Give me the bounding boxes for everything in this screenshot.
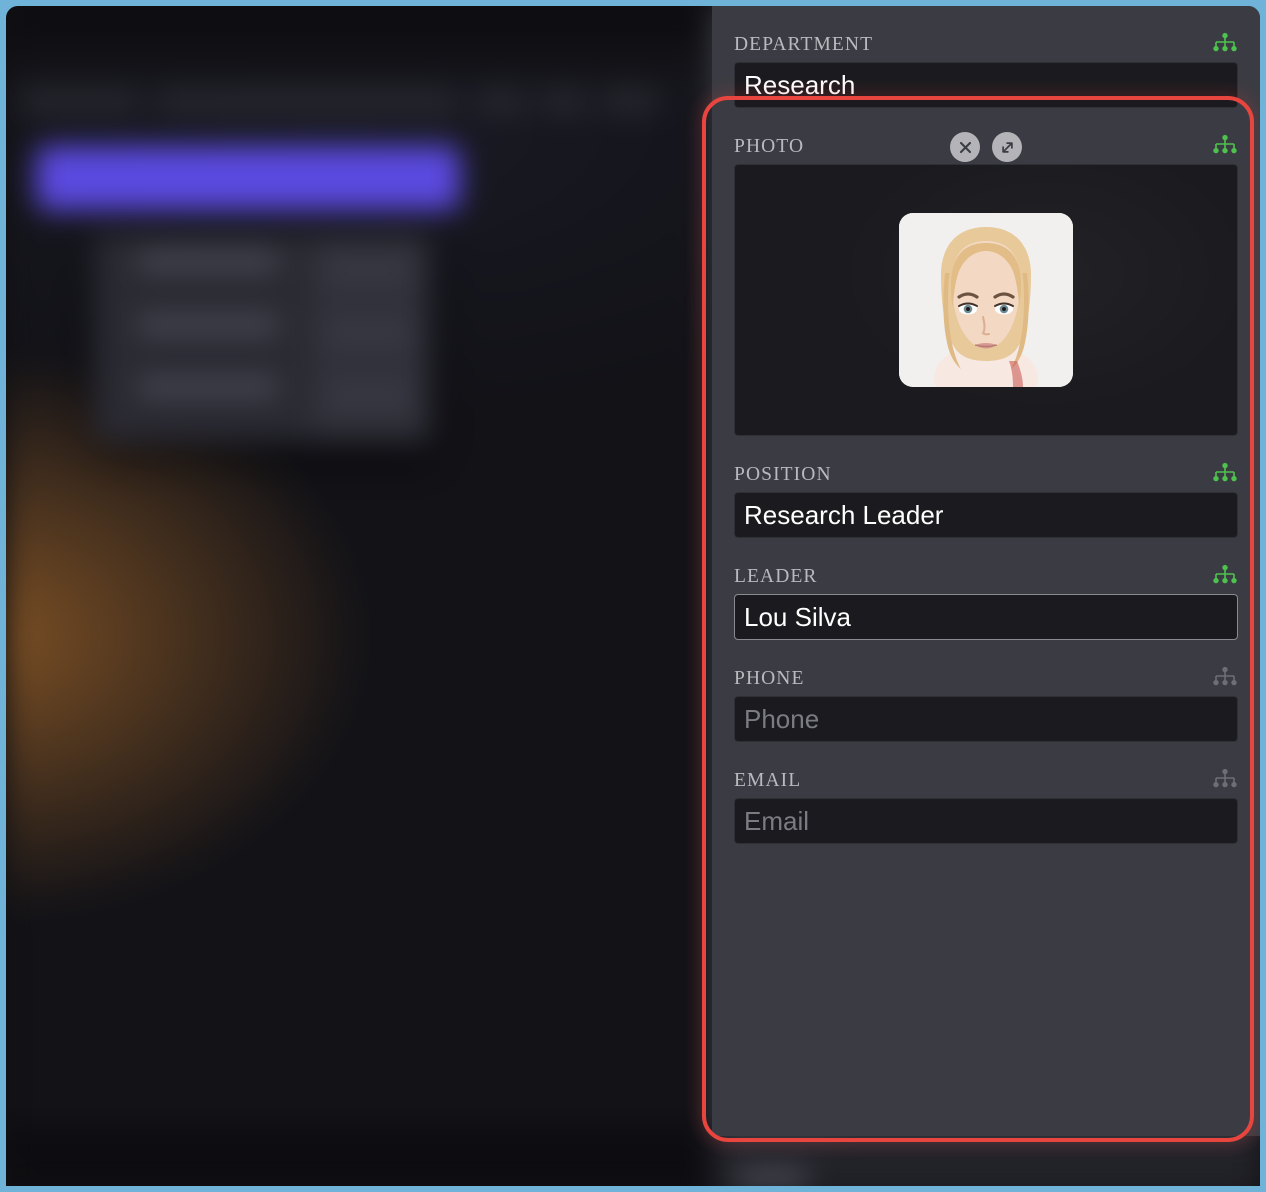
email-input[interactable]: Email (734, 798, 1238, 844)
field-header-photo: PHOTO (734, 130, 1238, 164)
panel-scroll-area[interactable]: DEPARTMENT Research PHOTO Portrait of a blo… (712, 6, 1260, 1136)
field-label-leader: LEADER (734, 566, 818, 587)
background-left-footer (6, 1126, 712, 1186)
field-phone: PHONE Phone (734, 662, 1238, 742)
field-header-department: DEPARTMENT (734, 28, 1238, 62)
hierarchy-icon[interactable] (1212, 31, 1238, 60)
phone-input[interactable]: Phone (734, 696, 1238, 742)
field-header-position: POSITION (734, 458, 1238, 492)
field-header-email: EMAIL (734, 764, 1238, 798)
background-cell (326, 326, 410, 340)
background-toolbar-chip (156, 88, 456, 114)
hierarchy-icon[interactable] (1212, 461, 1238, 490)
field-label-email: EMAIL (734, 770, 802, 791)
background-cell (326, 388, 410, 402)
background-cell (326, 262, 410, 276)
position-input[interactable]: Research Leader (734, 492, 1238, 538)
hierarchy-icon[interactable] (1212, 563, 1238, 592)
field-header-phone: PHONE (734, 662, 1238, 696)
clear-photo-button[interactable] (950, 132, 980, 162)
leader-input[interactable]: Lou Silva (734, 594, 1238, 640)
background-dropdown-card (94, 234, 430, 442)
background-row (138, 252, 278, 270)
close-icon (958, 140, 973, 155)
department-detail-panel: DEPARTMENT Research PHOTO Portrait of a blo… (712, 6, 1260, 1136)
field-label-phone: PHONE (734, 668, 805, 689)
department-input[interactable]: Research (734, 62, 1238, 108)
background-toolbar-chip (602, 88, 658, 114)
screenshot-viewport: DEPARTMENT Research PHOTO Portrait of a blo… (0, 0, 1266, 1192)
field-department: DEPARTMENT Research (734, 28, 1238, 108)
background-bottom-label (736, 1170, 808, 1186)
field-label-department: DEPARTMENT (734, 34, 874, 55)
background-toolbar-chip (476, 88, 526, 114)
photo-preview-box[interactable]: Portrait of a blonde woman with a should… (734, 164, 1238, 436)
background-toolbar-chip (20, 88, 138, 114)
field-label-position: POSITION (734, 464, 832, 485)
background-toolbar-chip (541, 88, 587, 114)
field-position: POSITION Research Leader (734, 458, 1238, 538)
field-label-photo: PHOTO (734, 136, 805, 157)
hierarchy-icon[interactable] (1212, 767, 1238, 796)
hierarchy-icon[interactable] (1212, 665, 1238, 694)
hierarchy-icon[interactable] (1212, 133, 1238, 162)
background-row (138, 378, 278, 396)
field-header-leader: LEADER (734, 560, 1238, 594)
photo-action-buttons (950, 132, 1022, 162)
field-leader: LEADER Lou Silva (734, 560, 1238, 640)
background-column (312, 240, 426, 436)
background-row (138, 316, 278, 334)
employee-photo: Portrait of a blonde woman with a should… (899, 213, 1073, 387)
expand-photo-button[interactable] (992, 132, 1022, 162)
expand-arrows-icon (999, 139, 1016, 156)
background-accent-bar (36, 146, 460, 210)
field-email: EMAIL Email (734, 764, 1238, 844)
application-window: DEPARTMENT Research PHOTO Portrait of a blo… (6, 6, 1260, 1186)
field-photo: PHOTO Portrait of a blonde woman with a s… (734, 130, 1238, 436)
